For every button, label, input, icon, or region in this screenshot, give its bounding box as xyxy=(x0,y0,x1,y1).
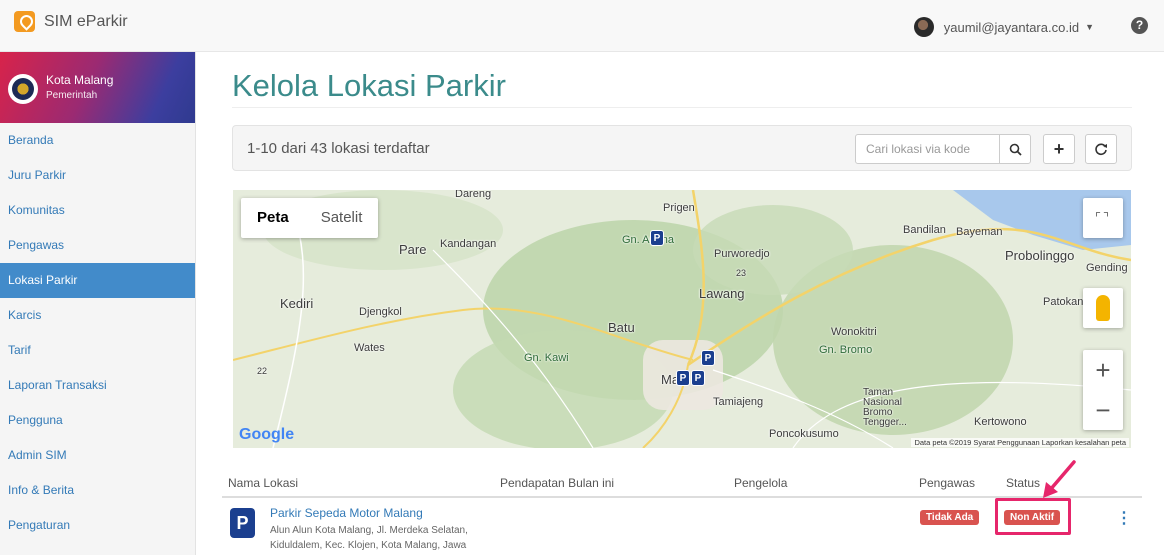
map-place-label: Kandangan xyxy=(440,238,497,250)
map-place-label: Bandilan xyxy=(903,224,946,236)
user-menu[interactable]: yaumil@jayantara.co.id ▼ xyxy=(913,17,1094,37)
zoom-control: + − xyxy=(1083,350,1123,430)
sidebar-item-karcis[interactable]: Karcis xyxy=(0,298,195,333)
app-name: SIM eParkir xyxy=(44,12,128,30)
sidebar-item-tarif[interactable]: Tarif xyxy=(0,333,195,368)
map-place-label: Djengkol xyxy=(359,306,402,318)
map-place-label: Wonokitri xyxy=(831,326,877,338)
map-attribution[interactable]: Data peta ©2019 Syarat Penggunaan Lapork… xyxy=(911,438,1129,447)
zoom-in-icon[interactable]: + xyxy=(1083,350,1123,390)
map-type-satellite-button[interactable]: Satelit xyxy=(305,198,379,238)
column-header-status[interactable]: Status xyxy=(1006,476,1040,490)
parking-marker[interactable]: P xyxy=(676,370,690,386)
sidebar-item-pengaturan[interactable]: Pengaturan xyxy=(0,508,195,543)
map-place-label: Poncokusumo xyxy=(769,428,839,440)
search-button[interactable] xyxy=(999,134,1031,164)
map-place-label: Gending xyxy=(1086,262,1128,274)
page-title: Kelola Lokasi Parkir xyxy=(232,68,506,103)
search-icon xyxy=(1009,143,1022,156)
map-place-label: Wates xyxy=(354,342,385,354)
map-place-label: Bayeman xyxy=(956,226,1003,238)
add-location-button[interactable]: + xyxy=(1043,134,1075,164)
status-badge: Non Aktif xyxy=(1004,510,1061,525)
map-place-label: Kediri xyxy=(280,296,314,311)
column-header-income[interactable]: Pendapatan Bulan ini xyxy=(500,476,614,490)
supervisor-badge: Tidak Ada xyxy=(920,510,980,525)
parking-marker[interactable]: P xyxy=(701,350,715,366)
sidebar-menu: Beranda Juru Parkir Komunitas Pengawas L… xyxy=(0,123,195,543)
pin-logo-icon xyxy=(14,11,35,32)
column-header-supervisor[interactable]: Pengawas xyxy=(919,476,975,490)
refresh-icon xyxy=(1095,143,1107,156)
parking-marker[interactable]: P xyxy=(650,230,664,246)
sidebar-item-komunitas[interactable]: Komunitas xyxy=(0,193,195,228)
column-header-name[interactable]: Nama Lokasi xyxy=(228,476,298,490)
map-place-label: Pare xyxy=(399,242,427,257)
sidebar-item-admin-sim[interactable]: Admin SIM xyxy=(0,438,195,473)
map-place-label: Gn. Arjuna xyxy=(622,234,674,246)
pegman-icon[interactable] xyxy=(1083,288,1123,328)
location-name-link[interactable]: Parkir Sepeda Motor Malang xyxy=(270,506,423,520)
zoom-out-icon[interactable]: − xyxy=(1083,390,1123,430)
map-place-label: Taman Nasional Bromo Tengger... xyxy=(863,387,907,428)
map-place-label: Batu xyxy=(608,320,635,335)
table-row[interactable]: P Parkir Sepeda Motor Malang Alun Alun K… xyxy=(222,498,1142,555)
sidebar: Kota Malang Pemerintah Beranda Juru Park… xyxy=(0,52,196,555)
org-sub: Pemerintah xyxy=(46,90,98,101)
avatar xyxy=(913,17,934,37)
map-type-control: Peta Satelit xyxy=(241,198,379,238)
refresh-button[interactable] xyxy=(1085,134,1117,164)
help-icon[interactable]: ? xyxy=(1131,17,1148,34)
sidebar-item-pengguna[interactable]: Pengguna xyxy=(0,403,195,438)
org-banner: Kota Malang Pemerintah xyxy=(0,52,195,123)
sidebar-item-info-berita[interactable]: Info & Berita xyxy=(0,473,195,508)
location-count: 1-10 dari 43 lokasi terdaftar xyxy=(247,140,430,157)
map-place-label: Lawang xyxy=(699,286,745,301)
search-input[interactable] xyxy=(855,134,1000,164)
road-number: 22 xyxy=(257,366,268,376)
map-place-label: Kertowono xyxy=(974,416,1027,428)
location-map[interactable]: Dareng Prigen Gn. Arjuna Bandilan Bayema… xyxy=(233,190,1131,448)
city-emblem-icon xyxy=(8,74,38,104)
caret-down-icon: ▼ xyxy=(1085,22,1094,32)
plus-icon: + xyxy=(1053,138,1065,159)
fullscreen-icon[interactable]: ⌜⌝ xyxy=(1083,198,1123,238)
map-place-label: Purworedjo xyxy=(714,248,770,260)
google-logo: Google xyxy=(239,426,295,443)
sidebar-item-pengawas[interactable]: Pengawas xyxy=(0,228,195,263)
kebab-menu-icon[interactable]: ⋮ xyxy=(1116,508,1132,528)
map-place-label: Dareng xyxy=(455,190,492,200)
map-place-label: Patokan xyxy=(1043,296,1084,308)
table-header: Nama Lokasi Pendapatan Bulan ini Pengelo… xyxy=(222,474,1142,498)
sidebar-item-lokasi-parkir[interactable]: Lokasi Parkir xyxy=(0,263,195,298)
top-navbar: SIM eParkir yaumil@jayantara.co.id ▼ ? xyxy=(0,0,1164,52)
divider xyxy=(232,107,1132,108)
map-place-label: Gn. Kawi xyxy=(524,352,569,364)
org-name: Kota Malang xyxy=(46,73,114,87)
map-type-map-button[interactable]: Peta xyxy=(241,198,305,238)
arrow-annotation-icon xyxy=(1043,460,1076,498)
sidebar-item-beranda[interactable]: Beranda xyxy=(0,123,195,158)
location-address: Alun Alun Kota Malang, Jl. Merdeka Selat… xyxy=(270,525,468,551)
list-toolbar: 1-10 dari 43 lokasi terdaftar + xyxy=(232,125,1132,171)
map-place-label: Prigen xyxy=(663,202,695,214)
sidebar-item-laporan-transaksi[interactable]: Laporan Transaksi xyxy=(0,368,195,403)
brand[interactable]: SIM eParkir xyxy=(14,11,128,32)
user-email: yaumil@jayantara.co.id xyxy=(943,19,1080,35)
road-number: 23 xyxy=(736,268,747,278)
map-place-label: Gn. Bromo xyxy=(819,344,873,356)
parking-marker[interactable]: P xyxy=(691,370,705,386)
parking-icon: P xyxy=(230,508,255,538)
sidebar-item-juru-parkir[interactable]: Juru Parkir xyxy=(0,158,195,193)
map-place-label: Tamiajeng xyxy=(713,396,764,408)
column-header-manager[interactable]: Pengelola xyxy=(734,476,787,490)
map-place-label: Probolinggo xyxy=(1005,248,1075,263)
